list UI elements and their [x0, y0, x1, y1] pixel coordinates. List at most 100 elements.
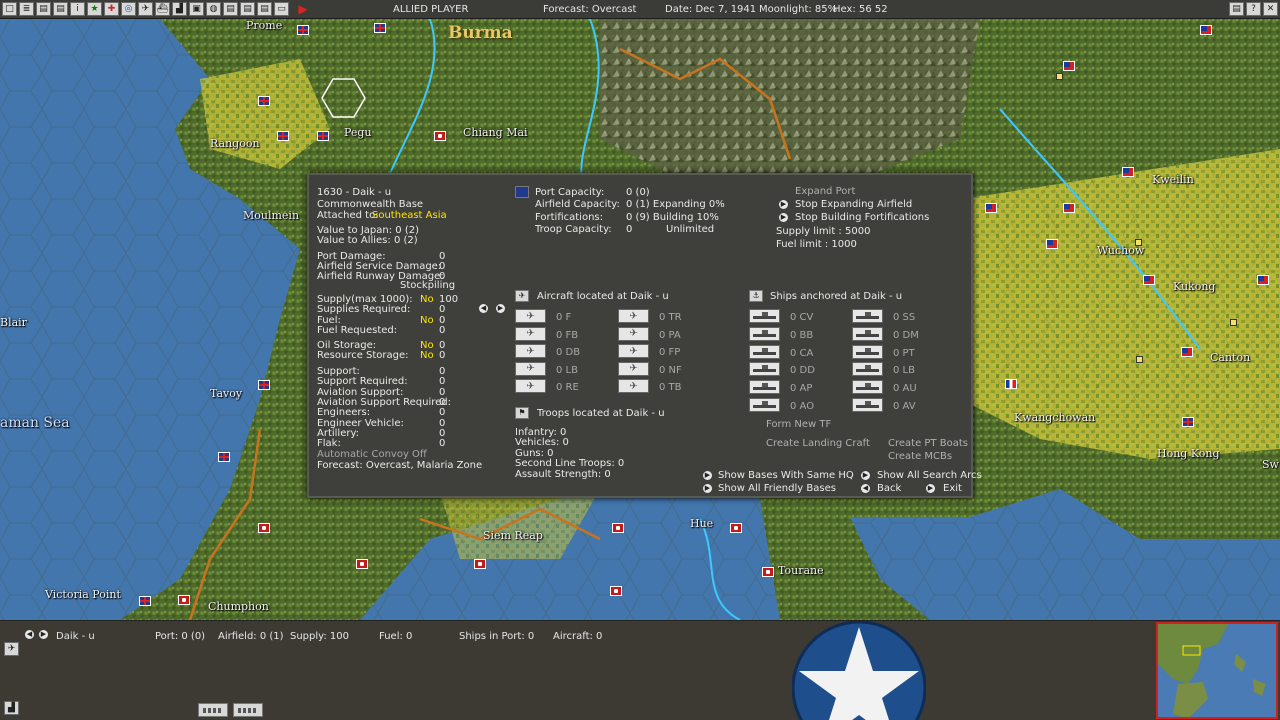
allied-base-flag-icon[interactable]: [1182, 417, 1194, 427]
base-marker-icon[interactable]: [1136, 356, 1143, 363]
attached-hq-link[interactable]: Southeast Asia: [372, 210, 447, 221]
town-label[interactable]: Kweilin: [1152, 173, 1194, 186]
town-label[interactable]: Moulmein: [243, 209, 299, 222]
ships-list-icon[interactable]: [198, 703, 228, 717]
chinese-base-flag-icon[interactable]: [1257, 275, 1269, 285]
aircraft-header[interactable]: Aircraft located at Daik - u: [537, 291, 669, 302]
aircraft-type-icon[interactable]: ✈: [515, 379, 546, 393]
prev-arrow-icon[interactable]: ◀: [479, 304, 488, 313]
allied-base-flag-icon[interactable]: [258, 96, 270, 106]
town-label[interactable]: Canton: [1210, 351, 1250, 364]
minimap[interactable]: [1156, 622, 1278, 719]
info-icon[interactable]: i: [70, 2, 85, 16]
ships-header[interactable]: Ships anchored at Daik - u: [770, 291, 902, 302]
town-label[interactable]: Hong Kong: [1157, 447, 1220, 460]
allied-base-flag-icon[interactable]: [218, 452, 230, 462]
japanese-base-flag-icon[interactable]: [178, 595, 190, 605]
allied-base-flag-icon[interactable]: [374, 23, 386, 33]
show-search-arcs-button[interactable]: Show All Search Arcs: [877, 470, 982, 482]
town-label[interactable]: Pegu: [344, 126, 372, 139]
ship-icon[interactable]: ⛴: [155, 2, 170, 16]
japanese-base-flag-icon[interactable]: [474, 559, 486, 569]
next-base-arrow-icon[interactable]: ▶: [39, 630, 48, 639]
stockpile-toggle[interactable]: No: [420, 315, 434, 326]
japanese-base-flag-icon[interactable]: [610, 586, 622, 596]
aircraft-type-icon[interactable]: ✈: [515, 309, 546, 323]
expand-port-button[interactable]: Expand Port: [795, 186, 855, 198]
town-label[interactable]: Chumphon: [208, 600, 269, 613]
report-icon[interactable]: ▤: [223, 2, 238, 16]
unit-toggle-icon[interactable]: ▟: [4, 701, 19, 715]
aircraft-type-icon[interactable]: ✈: [618, 326, 649, 341]
ship-type-icon[interactable]: [749, 380, 780, 395]
ship-type-icon[interactable]: [749, 362, 780, 377]
town-label[interactable]: Blair: [0, 316, 27, 329]
ship-type-icon[interactable]: [749, 326, 780, 341]
aircraft-type-icon[interactable]: ✈: [618, 344, 649, 358]
aircraft-type-icon[interactable]: ✈: [618, 379, 649, 393]
chinese-base-flag-icon[interactable]: [1063, 61, 1075, 71]
create-landing-craft-button[interactable]: Create Landing Craft: [766, 438, 870, 450]
japanese-base-flag-icon[interactable]: [258, 523, 270, 533]
town-label[interactable]: Kukong: [1173, 280, 1215, 293]
ship-type-icon[interactable]: [852, 309, 883, 323]
show-bases-same-hq-button[interactable]: Show Bases With Same HQ: [718, 470, 854, 482]
selected-base-name[interactable]: Daik - u: [56, 631, 95, 642]
japanese-base-flag-icon[interactable]: [434, 131, 446, 141]
close-icon[interactable]: ✕: [1263, 2, 1278, 16]
base-marker-icon[interactable]: [1135, 239, 1142, 246]
aircraft-type-icon[interactable]: ✈: [618, 309, 649, 323]
ship-type-icon[interactable]: [852, 326, 883, 341]
aircraft-type-icon[interactable]: ✈: [618, 361, 649, 376]
report-icon[interactable]: ▤: [240, 2, 255, 16]
aircraft-icon[interactable]: ✈: [138, 2, 153, 16]
town-label[interactable]: Prome: [246, 19, 282, 32]
ship-type-icon[interactable]: [749, 309, 780, 323]
chinese-base-flag-icon[interactable]: [985, 203, 997, 213]
next-arrow-icon[interactable]: ▶: [496, 304, 505, 313]
exit-button[interactable]: Exit: [943, 483, 962, 495]
list-icon[interactable]: ≣: [19, 2, 34, 16]
square-icon[interactable]: □: [2, 2, 17, 16]
help-icon[interactable]: ?: [1246, 2, 1261, 16]
report-icon[interactable]: ▤: [36, 2, 51, 16]
base-marker-icon[interactable]: [1056, 73, 1063, 80]
chinese-base-flag-icon[interactable]: [1063, 203, 1075, 213]
japanese-base-flag-icon[interactable]: [730, 523, 742, 533]
chinese-base-flag-icon[interactable]: [1122, 167, 1134, 177]
stockpile-toggle[interactable]: No: [420, 350, 434, 361]
stop-building-fortifications-button[interactable]: Stop Building Fortifications: [795, 212, 929, 224]
japanese-base-flag-icon[interactable]: [356, 559, 368, 569]
town-label[interactable]: Tavoy: [210, 387, 242, 400]
cross-icon[interactable]: ✚: [104, 2, 119, 16]
town-label[interactable]: Rangoon: [210, 137, 260, 150]
chinese-base-flag-icon[interactable]: [1143, 275, 1155, 285]
screen-icon[interactable]: ▭: [274, 2, 289, 16]
chinese-base-flag-icon[interactable]: [1200, 25, 1212, 35]
report-icon[interactable]: ▤: [53, 2, 68, 16]
stop-expanding-airfield-button[interactable]: Stop Expanding Airfield: [795, 199, 912, 211]
ship-type-icon[interactable]: [852, 380, 883, 395]
unit-icon[interactable]: ▟: [172, 2, 187, 16]
french-base-flag-icon[interactable]: [1005, 379, 1017, 389]
options-icon[interactable]: ▤: [1229, 2, 1244, 16]
town-label[interactable]: Tourane: [778, 564, 824, 577]
allied-base-flag-icon[interactable]: [317, 131, 329, 141]
create-pt-boats-button[interactable]: Create PT Boats: [888, 438, 968, 450]
chinese-base-flag-icon[interactable]: [1046, 239, 1058, 249]
play-turn-icon[interactable]: ▶: [295, 1, 311, 17]
ship-type-icon[interactable]: [852, 344, 883, 359]
ship-type-icon[interactable]: [749, 344, 780, 359]
star-icon[interactable]: ★: [87, 2, 102, 16]
troops-header[interactable]: Troops located at Daik - u: [537, 408, 665, 419]
ship-type-icon[interactable]: [749, 398, 780, 412]
ground-units-icon[interactable]: [233, 703, 263, 717]
target-icon[interactable]: ◎: [121, 2, 136, 16]
back-button[interactable]: Back: [877, 483, 901, 495]
town-label[interactable]: Chiang Mai: [463, 126, 528, 139]
aircraft-toggle-icon[interactable]: ✈: [4, 642, 19, 656]
allied-base-flag-icon[interactable]: [139, 596, 151, 606]
aircraft-type-icon[interactable]: ✈: [515, 326, 546, 341]
aircraft-type-icon[interactable]: ✈: [515, 344, 546, 358]
japanese-base-flag-icon[interactable]: [612, 523, 624, 533]
